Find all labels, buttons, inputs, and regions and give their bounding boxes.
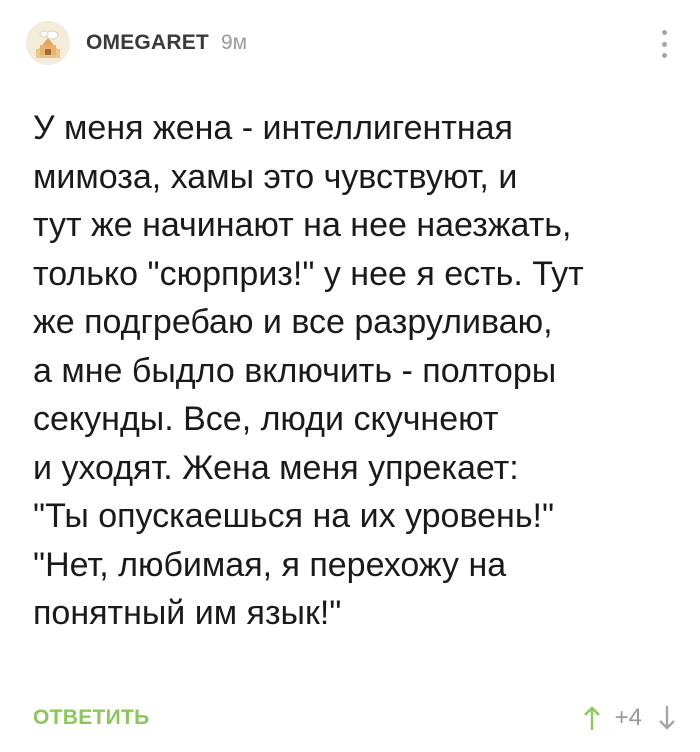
- comment-line: тут же начинают на нее наезжать,: [33, 206, 572, 244]
- arrow-up-icon: [583, 706, 600, 730]
- more-vertical-icon[interactable]: [658, 30, 670, 58]
- rating-count: +4: [614, 704, 642, 731]
- comment-time: 9м: [220, 31, 248, 54]
- username[interactable]: OMEGARET: [86, 31, 209, 55]
- menu-dot: [661, 41, 667, 47]
- arrow-down-icon: [659, 706, 675, 730]
- comment-header: OMEGARET 9м: [26, 20, 700, 66]
- comment-text: У меня жена - интеллигентная мимоза, хам…: [33, 104, 693, 638]
- comment-line: мимоза, хамы это чувствуют, и: [33, 157, 518, 196]
- comment-line: У меня жена - интеллигентная: [33, 109, 513, 147]
- comment-footer: ОТВЕТИТЬ +4: [33, 700, 678, 736]
- comment-line: а мне быдло включить - полторы: [33, 351, 557, 390]
- comment-line: только "сюрприз!" у нее я есть. Тут: [33, 254, 584, 293]
- comment-line: же подгребаю и все разруливаю,: [33, 303, 553, 341]
- reply-button[interactable]: ОТВЕТИТЬ: [33, 706, 150, 730]
- downvote-button[interactable]: [656, 703, 678, 733]
- comment-line: и уходят. Жена меня упрекает:: [33, 448, 519, 487]
- comment-line: секунды. Все, люди скучнеют: [33, 400, 499, 438]
- comment-line: понятный им язык!": [33, 594, 342, 632]
- upvote-button[interactable]: [581, 703, 603, 733]
- comment-line: "Нет, любимая, я перехожу на: [33, 545, 507, 584]
- house-avatar-icon: [26, 21, 70, 65]
- menu-dot: [661, 30, 667, 35]
- menu-dot: [661, 53, 667, 58]
- comment-line: "Ты опускаешься на их уровень!": [33, 497, 555, 535]
- avatar[interactable]: [26, 21, 70, 65]
- vote-controls: +4: [581, 703, 678, 733]
